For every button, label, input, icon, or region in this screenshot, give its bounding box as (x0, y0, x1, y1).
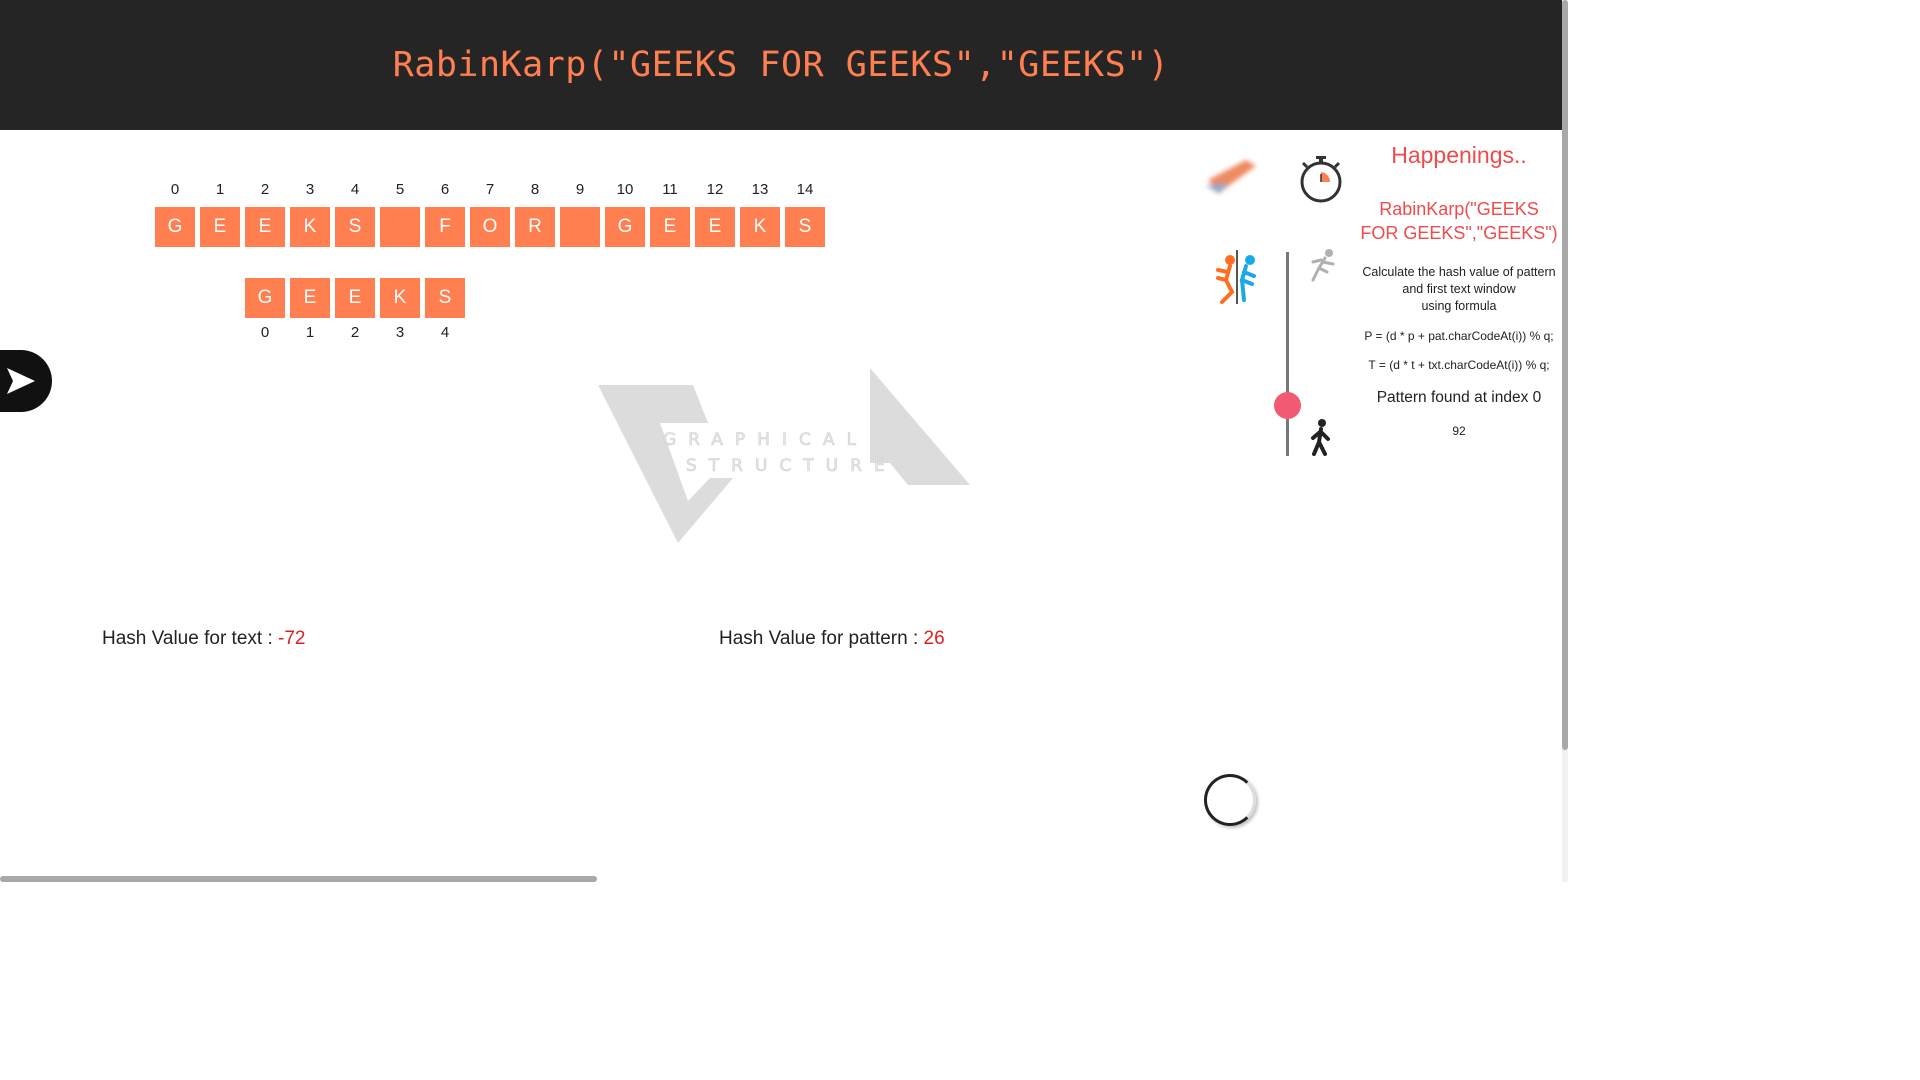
result-message: Pattern found at index 0 (1376, 389, 1542, 406)
pattern-cell: K (380, 278, 420, 318)
happenings-title: Happenings.. (1391, 142, 1527, 168)
stopwatch-icon (1300, 156, 1342, 203)
header-bar: RabinKarp("GEEKS FOR GEEKS","GEEKS") (0, 0, 1562, 130)
step-description-line1: Calculate the hash value of pattern (1362, 265, 1556, 279)
speed-value: 92 (1452, 424, 1466, 438)
speed-fast-indicator (1305, 248, 1339, 284)
text-index: 14 (796, 181, 814, 198)
text-cell (380, 207, 420, 247)
horizontal-scrollbar[interactable] (0, 876, 1562, 882)
formula-pattern: P = (d * p + pat.charCodeAt(i)) % q; (1364, 329, 1554, 343)
text-array: G E E K S F O R G E E K S (155, 207, 825, 247)
text-index: 2 (260, 181, 270, 198)
text-cell: S (785, 207, 825, 247)
pattern-cell: E (335, 278, 375, 318)
text-index: 10 (616, 181, 634, 198)
text-index: 7 (485, 181, 495, 198)
text-index: 8 (530, 181, 540, 198)
text-cell: O (470, 207, 510, 247)
pattern-index: 1 (305, 324, 315, 341)
text-cell: K (290, 207, 330, 247)
hash-pattern-label: Hash Value for pattern : (719, 628, 924, 649)
step-description-line3: using formula (1421, 299, 1497, 313)
watermark-logo: GRAPHICAL STRUCTURE (598, 368, 970, 543)
step-description: Calculate the hash value of pattern and … (1358, 264, 1560, 315)
text-index: 11 (662, 181, 678, 198)
horizontal-scrollbar-thumb[interactable] (0, 876, 597, 882)
text-cell: E (695, 207, 735, 247)
text-cell: E (650, 207, 690, 247)
eraser-button[interactable] (1198, 152, 1264, 200)
text-index: 6 (440, 181, 450, 198)
text-cell: E (245, 207, 285, 247)
formula-text: T = (d * t + txt.charCodeAt(i)) % q; (1368, 358, 1550, 372)
watermark-line2: STRUCTURE (686, 456, 897, 476)
text-index: 3 (305, 181, 315, 198)
text-index-row: 0 1 2 3 4 5 6 7 8 9 10 11 12 13 14 (155, 181, 825, 198)
pattern-index: 2 (350, 324, 360, 341)
text-index: 1 (215, 181, 225, 198)
pattern-cell: E (290, 278, 330, 318)
text-cell (560, 207, 600, 247)
text-index: 0 (170, 181, 180, 198)
text-index: 12 (706, 181, 724, 198)
text-index: 13 (751, 181, 769, 198)
loading-spinner-icon (1204, 774, 1256, 826)
text-cell: G (155, 207, 195, 247)
text-index: 5 (395, 181, 405, 198)
play-icon (7, 368, 35, 394)
pattern-index: 3 (395, 324, 405, 341)
text-cell: K (740, 207, 780, 247)
walking-man-icon (1311, 419, 1330, 456)
running-man-icon (1311, 249, 1335, 282)
portal-icon (1216, 250, 1256, 304)
speed-slider-track[interactable] (1286, 252, 1289, 456)
text-cell: R (515, 207, 555, 247)
vertical-scrollbar[interactable] (1562, 0, 1568, 882)
hash-text-value: -72 (278, 628, 306, 649)
play-button[interactable] (0, 350, 52, 412)
compare-mode-button[interactable] (1212, 248, 1262, 306)
hash-pattern-value: 26 (923, 628, 945, 649)
pattern-cell: S (425, 278, 465, 318)
text-index: 9 (575, 181, 585, 198)
speed-slider-handle[interactable] (1274, 391, 1301, 419)
pattern-index: 4 (440, 324, 450, 341)
hash-pattern-display: Hash Value for pattern : 26 (719, 628, 945, 650)
text-cell: G (605, 207, 645, 247)
text-cell: F (425, 207, 465, 247)
pattern-array: G E E K S (245, 278, 465, 318)
text-cell: S (335, 207, 375, 247)
text-index: 4 (350, 181, 360, 198)
watermark-line1: GRAPHICAL (663, 430, 868, 450)
vertical-scrollbar-thumb[interactable] (1562, 0, 1568, 750)
step-description-line2: and first text window (1402, 282, 1516, 296)
function-call-text: RabinKarp("GEEKS FOR GEEKS","GEEKS") (1360, 199, 1558, 243)
timer-button[interactable] (1298, 154, 1344, 204)
speed-slow-indicator (1306, 418, 1336, 458)
pattern-index-row: 0 1 2 3 4 (245, 324, 465, 341)
hash-text-display: Hash Value for text : -72 (102, 628, 305, 650)
page-title: RabinKarp("GEEKS FOR GEEKS","GEEKS") (392, 45, 1170, 85)
pattern-cell: G (245, 278, 285, 318)
eraser-icon (1206, 160, 1256, 194)
pattern-index: 0 (260, 324, 270, 341)
text-cell: E (200, 207, 240, 247)
hash-text-label: Hash Value for text : (102, 628, 279, 649)
